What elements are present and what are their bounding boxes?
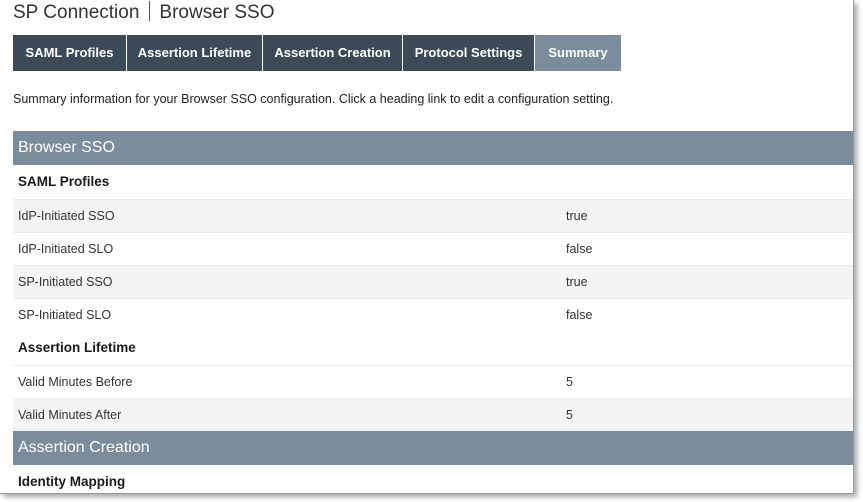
tab-summary[interactable]: Summary: [535, 35, 621, 71]
browser-sso-panel: SP Connection Browser SSO SAML Profiles A…: [0, 0, 854, 494]
summary-content: Browser SSO SAML Profiles IdP-Initiated …: [13, 131, 853, 493]
row-label: Valid Minutes After: [18, 408, 122, 422]
table-row: Valid Minutes Before 5: [13, 365, 853, 398]
row-value: false: [566, 242, 593, 256]
tab-bar: SAML Profiles Assertion Lifetime Asserti…: [13, 35, 622, 71]
section-browser-sso[interactable]: Browser SSO: [13, 131, 853, 165]
group-saml-profiles[interactable]: SAML Profiles: [13, 165, 853, 199]
table-row: SP-Initiated SSO true: [13, 265, 853, 298]
row-value: 5: [566, 375, 573, 389]
tab-protocol-settings[interactable]: Protocol Settings: [403, 35, 534, 71]
row-label: SP-Initiated SLO: [18, 308, 112, 322]
page-title: SP Connection: [13, 2, 140, 23]
row-label: IdP-Initiated SLO: [18, 242, 114, 256]
table-row: Valid Minutes After 5: [13, 398, 853, 431]
row-label: Valid Minutes Before: [18, 375, 133, 389]
tab-assertion-lifetime[interactable]: Assertion Lifetime: [127, 35, 262, 71]
tab-assertion-creation[interactable]: Assertion Creation: [263, 35, 402, 71]
table-row: SP-Initiated SLO false: [13, 298, 853, 331]
page-header: SP Connection Browser SSO: [13, 1, 275, 24]
row-value: true: [566, 209, 588, 223]
page-subtitle: Browser SSO: [159, 2, 275, 23]
group-identity-mapping[interactable]: Identity Mapping: [13, 465, 853, 493]
row-value: false: [566, 308, 593, 322]
section-assertion-creation[interactable]: Assertion Creation: [13, 431, 853, 465]
intro-text: Summary information for your Browser SSO…: [13, 92, 614, 106]
row-label: IdP-Initiated SSO: [18, 209, 115, 223]
tab-saml-profiles[interactable]: SAML Profiles: [13, 35, 126, 71]
table-row: IdP-Initiated SSO true: [13, 199, 853, 232]
table-row: IdP-Initiated SLO false: [13, 232, 853, 265]
row-value: 5: [566, 408, 573, 422]
group-assertion-lifetime[interactable]: Assertion Lifetime: [13, 331, 853, 365]
header-divider: [149, 1, 151, 21]
row-value: true: [566, 275, 588, 289]
row-label: SP-Initiated SSO: [18, 275, 113, 289]
